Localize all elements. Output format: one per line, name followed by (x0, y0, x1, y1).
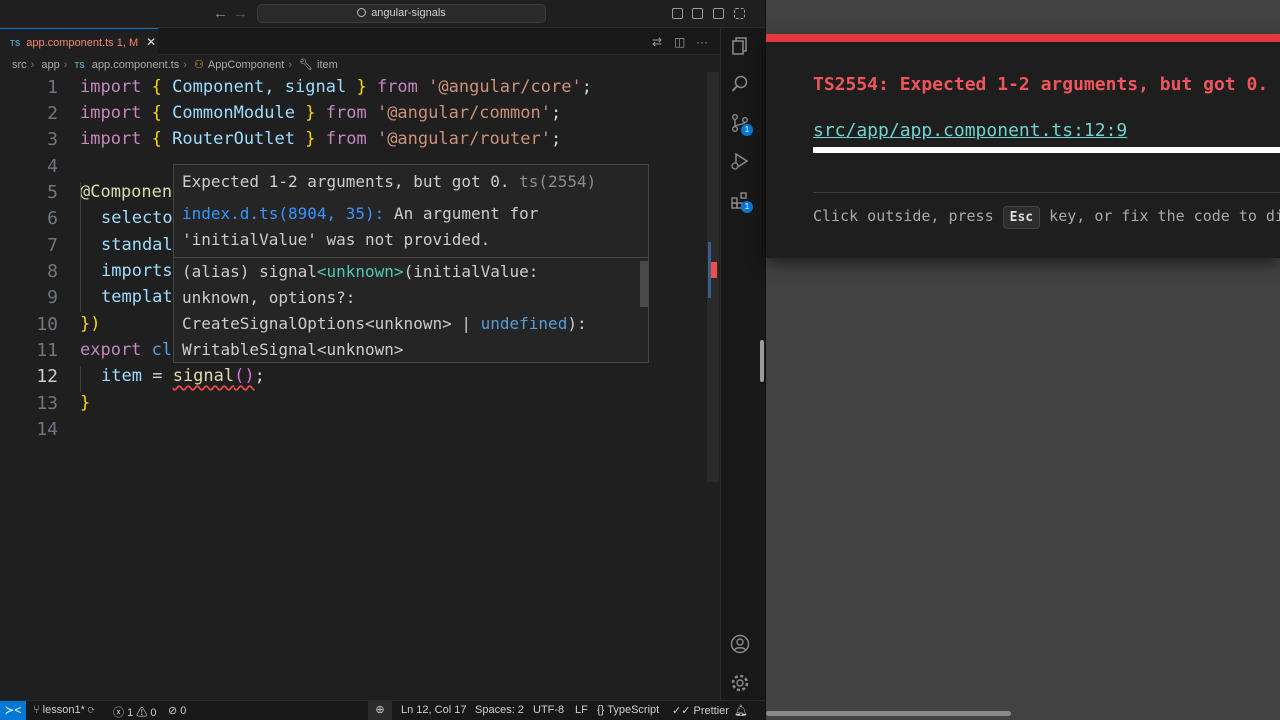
line-number: 5 (47, 182, 58, 203)
typescript-file-icon: TS (74, 61, 85, 70)
language-mode[interactable]: {} TypeScript (597, 704, 659, 716)
hover-signature: (alias) signal<unknown>(initialValue: un… (182, 262, 587, 359)
indentation-status[interactable]: Spaces: 2 (475, 704, 524, 716)
run-debug-icon[interactable] (729, 151, 751, 173)
remote-indicator-icon[interactable]: ≻< (0, 701, 26, 720)
code-frame (813, 147, 1280, 153)
search-icon (357, 8, 367, 17)
toggle-secondary-sidebar-icon[interactable] (713, 8, 724, 19)
back-arrow-icon[interactable]: ← (213, 5, 228, 22)
source-control-badge: 1 (741, 124, 753, 136)
line-number: 6 (47, 208, 58, 229)
eol-status[interactable]: LF (575, 704, 588, 716)
esc-key: Esc (1002, 206, 1041, 229)
line-number: 4 (47, 156, 58, 177)
split-editor-icon[interactable]: ◫ (674, 35, 685, 49)
code-line: @Componen (80, 182, 173, 202)
account-icon[interactable] (729, 634, 751, 656)
extensions-icon[interactable]: 1 (729, 190, 753, 213)
code-line: import { CommonModule } from '@angular/c… (80, 103, 562, 123)
divider (813, 192, 1280, 193)
workspace-name: angular-signals (371, 7, 446, 19)
line-number: 12 (36, 366, 58, 387)
dismiss-hint: Click outside, press Esc key, or fix the… (813, 206, 1280, 229)
line-number: 9 (47, 287, 58, 308)
more-actions-icon[interactable]: ··· (696, 35, 708, 49)
breadcrumb: src › app › TS app.component.ts › ⚇ AppCompo… (12, 59, 338, 71)
line-number: 11 (36, 340, 58, 361)
line-number: 13 (36, 393, 58, 414)
code-line: export cl (80, 340, 173, 360)
error-file-link[interactable]: src/app/app.component.ts:12:9 (813, 120, 1127, 141)
error-squiggle: signal (172, 366, 235, 386)
error-overlay[interactable]: TS2554: Expected 1-2 arguments, but got … (766, 34, 1280, 258)
breadcrumb-class[interactable]: AppComponent (208, 59, 284, 71)
notifications-bell-icon[interactable]: 🔔︎ (734, 704, 748, 717)
split-handle[interactable] (760, 340, 764, 382)
hover-error-message: Expected 1-2 arguments, but got 0. ts(25… (182, 172, 597, 191)
class-icon: ⚇ (193, 59, 204, 71)
breadcrumb-member[interactable]: item (317, 59, 338, 71)
activity-bar: 1 1 (720, 28, 765, 700)
command-center-search[interactable]: angular-signals (257, 4, 546, 23)
editor-tab-bar: TS app.component.ts 1, M ✕ ⇄ ◫ ··· (0, 28, 720, 55)
line-number: 7 (47, 235, 58, 256)
code-line: } (80, 393, 91, 413)
code-line: import { RouterOutlet } from '@angular/r… (80, 129, 562, 149)
error-marker (711, 262, 717, 278)
search-icon[interactable] (729, 74, 751, 96)
line-number: 8 (47, 261, 58, 282)
explorer-icon[interactable] (729, 36, 751, 58)
source-control-icon[interactable]: 1 (729, 113, 753, 136)
breadcrumb-file[interactable]: app.component.ts (92, 59, 179, 71)
horizontal-scrollbar[interactable] (766, 711, 1011, 716)
toggle-panel-icon[interactable] (692, 8, 703, 19)
breadcrumb-app[interactable]: app (41, 59, 59, 71)
status-bar: ≻< ⑂ lesson1* ⟳ ⓧ 1 ⚠ 0 ⊘ 0 ⊕ Ln 12, Col… (0, 700, 765, 720)
code-line-current: item = signal(); (101, 366, 265, 386)
branch-status[interactable]: ⑂ lesson1* ⟳ (33, 704, 95, 716)
code-line: selecto (101, 208, 173, 228)
line-number: 1 (47, 77, 58, 98)
forward-arrow-icon[interactable]: → (233, 5, 248, 22)
extensions-badge: 1 (741, 201, 753, 213)
browser-preview: TS2554: Expected 1-2 arguments, but got … (765, 0, 1280, 720)
gear-icon[interactable] (729, 673, 751, 695)
hover-scrollbar[interactable] (640, 261, 648, 307)
property-icon: 🔧︎ (299, 59, 314, 71)
toggle-sidebar-icon[interactable] (672, 8, 683, 19)
encoding-status[interactable]: UTF-8 (533, 704, 564, 716)
hover-related-info: index.d.ts(8904, 35): An argument for'in… (182, 204, 539, 249)
tab-label: app.component.ts (26, 37, 114, 49)
code-line: standal (101, 235, 173, 255)
code-line: import { Component, signal } from '@angu… (80, 77, 592, 97)
open-changes-icon[interactable]: ⇄ (652, 35, 662, 49)
hover-tooltip: Expected 1-2 arguments, but got 0. ts(25… (173, 164, 649, 363)
problems-status[interactable]: ⓧ 1 ⚠ 0 (113, 704, 156, 720)
line-number: 10 (36, 314, 58, 335)
line-number: 2 (47, 103, 58, 124)
close-icon[interactable]: ✕ (146, 35, 156, 49)
zoom-icon[interactable]: ⊕ (368, 701, 392, 720)
cursor-position[interactable]: Ln 12, Col 17 (401, 704, 466, 716)
tab-app-component[interactable]: TS app.component.ts 1, M ✕ (0, 28, 158, 55)
error-title: TS2554: Expected 1-2 arguments, but got … (813, 74, 1269, 95)
code-line: templat (101, 287, 173, 307)
breadcrumb-src[interactable]: src (12, 59, 27, 71)
code-line: imports (101, 261, 173, 281)
tab-status: 1, M (116, 37, 139, 49)
prettier-status[interactable]: ✓✓ Prettier (672, 704, 729, 717)
typescript-file-icon: TS (10, 39, 21, 48)
code-line: }) (80, 314, 101, 334)
editor-scrollbar[interactable] (707, 72, 719, 482)
related-info-link[interactable]: index.d.ts(8904, 35): (182, 204, 384, 223)
title-bar: ← → angular-signals (0, 0, 765, 28)
line-number: 3 (47, 129, 58, 150)
ports-status[interactable]: ⊘ 0 (168, 704, 186, 717)
customize-layout-icon[interactable] (734, 8, 745, 19)
indent-guide (80, 182, 81, 312)
indent-guide (80, 366, 81, 392)
line-number: 14 (36, 419, 58, 440)
